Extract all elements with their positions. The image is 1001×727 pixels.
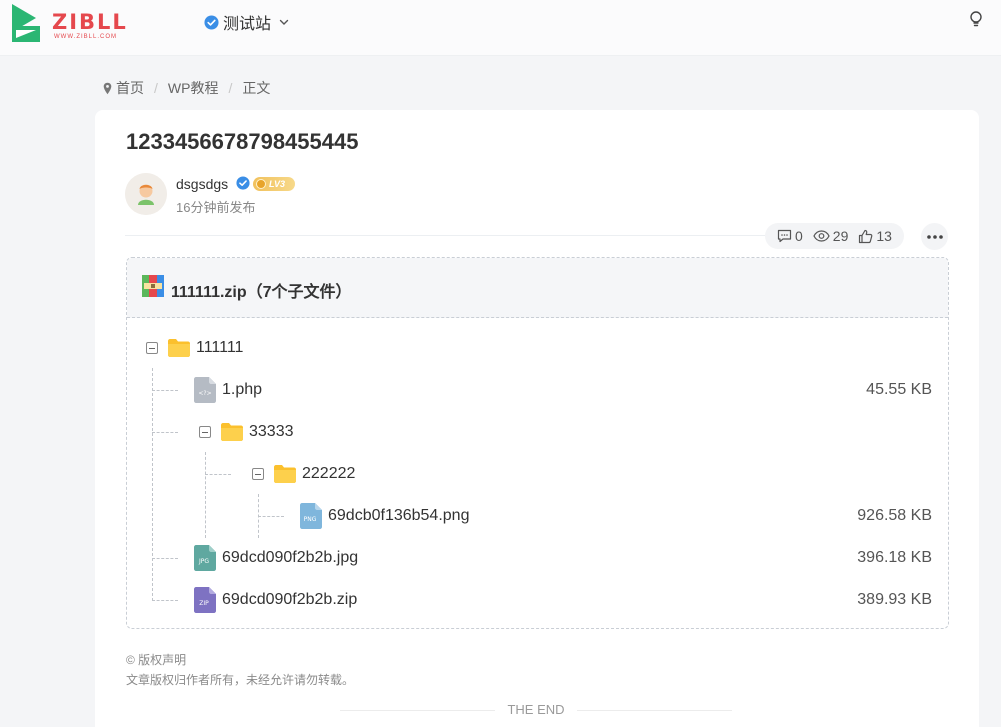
site-switcher[interactable]: 测试站 xyxy=(204,10,289,34)
breadcrumb: 首页 / WP教程 / 正文 xyxy=(103,78,270,98)
folder-icon xyxy=(274,465,296,483)
tree-file-row[interactable]: JPG 69dcd090f2b2b.jpg xyxy=(194,545,358,571)
jpg-file-icon: JPG xyxy=(194,545,216,571)
svg-text:<?>: <?> xyxy=(198,390,211,397)
folder-icon xyxy=(168,339,190,357)
comment-count-value: 0 xyxy=(795,228,803,244)
file-name: 1.php xyxy=(222,381,263,398)
view-count: 29 xyxy=(813,228,849,244)
zip-title: 111111.zip（7个子文件） xyxy=(171,284,352,301)
like-button[interactable]: 13 xyxy=(858,228,892,244)
level-text: LV3 xyxy=(269,179,286,189)
view-count-value: 29 xyxy=(832,228,849,244)
more-options-button[interactable] xyxy=(921,223,948,250)
file-ext-label: JPG xyxy=(198,558,209,565)
zip-header: 111111.zip（7个子文件） xyxy=(127,258,948,318)
chevron-down-icon xyxy=(279,19,289,25)
breadcrumb-separator: / xyxy=(154,80,158,96)
tree-connector xyxy=(152,432,178,433)
breadcrumb-category[interactable]: WP教程 xyxy=(168,78,219,98)
post-card: 1233456678798455445 dsgsdgs LV3 16分钟前发布 xyxy=(95,110,979,727)
php-file-icon: <?> xyxy=(194,377,216,403)
the-end-text: THE END xyxy=(507,702,565,717)
breadcrumb-separator: / xyxy=(228,80,233,96)
collapse-toggle[interactable] xyxy=(199,426,211,438)
tree-connector xyxy=(152,368,153,601)
tree-file-row[interactable]: PNG 69dcb0f136b54.png xyxy=(300,503,469,529)
copyright-title: © 版权声明 xyxy=(126,653,187,667)
avatar-illustration-icon xyxy=(125,173,167,215)
tree-connector xyxy=(152,600,178,601)
logo-text: ZIBLL xyxy=(52,10,128,34)
file-size: 926.58 KB xyxy=(857,507,932,524)
collapse-toggle[interactable] xyxy=(146,342,158,354)
eye-icon xyxy=(813,230,830,242)
author-name[interactable]: dsgsdgs xyxy=(176,176,228,192)
tree-connector xyxy=(258,516,284,517)
collapse-toggle[interactable] xyxy=(252,468,264,480)
site-name: 测试站 xyxy=(223,16,272,33)
thumbs-up-icon xyxy=(859,229,873,243)
tree-file-row[interactable]: <?> 1.php xyxy=(194,377,262,403)
tree-folder-row[interactable]: 33333 xyxy=(199,419,294,445)
tree-folder-row[interactable]: 222222 xyxy=(252,461,355,487)
tree-file-row[interactable]: ZIP 69dcd090f2b2b.zip xyxy=(194,587,357,613)
top-navbar: ZIBLL WWW.ZIBLL.COM 测试站 xyxy=(0,0,1001,56)
verified-icon xyxy=(204,14,219,30)
tree-folder-row[interactable]: 111111 xyxy=(146,335,243,361)
logo-subtext: WWW.ZIBLL.COM xyxy=(54,34,117,40)
publish-time: 16分钟前发布 xyxy=(176,200,256,215)
meta-divider xyxy=(125,235,765,236)
file-ext-label: PNG xyxy=(304,516,317,523)
breadcrumb-current: 正文 xyxy=(242,80,271,96)
post-stats: 0 29 13 xyxy=(765,223,904,249)
copyright-text: 文章版权归作者所有，未经允许请勿转载。 xyxy=(126,673,355,687)
png-file-icon: PNG xyxy=(300,503,322,529)
comment-count[interactable]: 0 xyxy=(777,228,803,244)
breadcrumb-home[interactable]: 首页 xyxy=(116,78,144,98)
file-size: 396.18 KB xyxy=(857,549,932,566)
tree-connector xyxy=(152,558,178,559)
comment-icon xyxy=(777,229,792,243)
file-name: 69dcb0f136b54.png xyxy=(328,507,470,524)
more-dots-icon xyxy=(926,234,943,239)
file-ext-label: ZIP xyxy=(199,600,209,607)
copyright-notice: © 版权声明 文章版权归作者所有，未经允许请勿转载。 xyxy=(126,651,354,688)
coin-icon xyxy=(256,179,266,189)
avatar[interactable] xyxy=(125,173,167,215)
tree-connector xyxy=(205,474,231,475)
verified-icon xyxy=(236,176,250,190)
tree-connector xyxy=(152,390,178,391)
logo-mark-icon xyxy=(12,4,40,42)
the-end-divider: THE END xyxy=(340,702,732,717)
site-logo[interactable]: ZIBLL WWW.ZIBLL.COM xyxy=(10,4,140,44)
zip-file-icon: ZIP xyxy=(194,587,216,613)
file-name: 69dcd090f2b2b.zip xyxy=(222,591,358,608)
folder-name: 222222 xyxy=(302,465,356,482)
level-badge: LV3 xyxy=(253,177,295,191)
file-name: 69dcd090f2b2b.jpg xyxy=(222,549,359,566)
folder-name: 111111 xyxy=(196,339,244,356)
zip-preview: 111111.zip（7个子文件） 111111 <?> 1.php 45.55… xyxy=(126,257,949,629)
folder-name: 33333 xyxy=(249,423,294,440)
theme-toggle-icon[interactable] xyxy=(969,11,983,27)
tree-connector xyxy=(205,452,206,538)
post-title: 1233456678798455445 xyxy=(126,129,359,154)
like-count-value: 13 xyxy=(876,228,892,244)
file-size: 45.55 KB xyxy=(866,381,932,398)
archive-icon xyxy=(142,275,164,297)
file-size: 389.93 KB xyxy=(857,591,932,608)
location-pin-icon xyxy=(103,82,112,94)
folder-icon xyxy=(221,423,243,441)
